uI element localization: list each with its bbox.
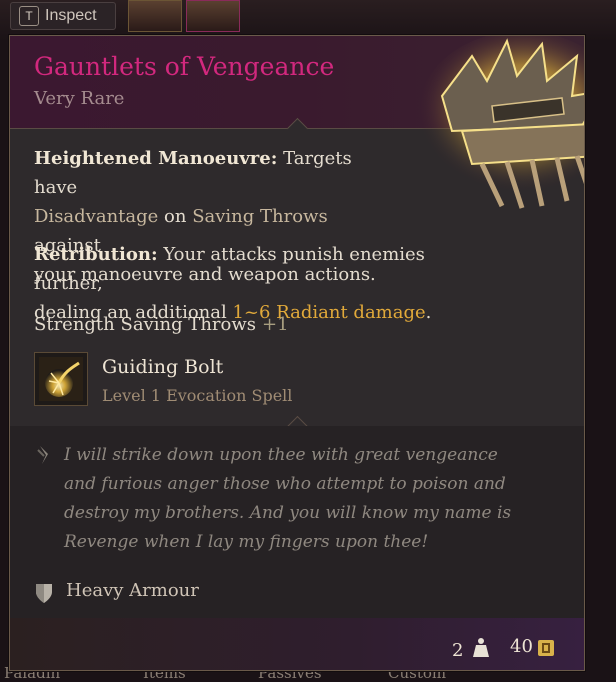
inventory-slot[interactable] <box>186 0 240 32</box>
inspect-button[interactable]: T Inspect <box>10 2 116 30</box>
stat-value: +1 <box>262 314 289 335</box>
gold-coin-icon <box>537 639 555 657</box>
spell-name[interactable]: Guiding Bolt <box>102 356 223 378</box>
weight-icon <box>472 636 490 658</box>
inspect-label: Inspect <box>45 7 97 24</box>
property-text: on <box>158 206 193 227</box>
inventory-slot[interactable] <box>128 0 182 32</box>
property-title: Retribution: <box>34 244 158 265</box>
item-name: Gauntlets of Vengeance <box>34 52 335 81</box>
gauntlet-image <box>412 36 584 211</box>
weight-value: 2 <box>452 640 464 661</box>
stat-label: Strength Saving Throws <box>34 314 256 335</box>
item-tooltip: Gauntlets of Vengeance Very Rare Heighte… <box>9 35 585 671</box>
property-title: Heightened Manoeuvre: <box>34 148 278 169</box>
spell-level: Level 1 Evocation Spell <box>102 386 293 405</box>
item-rarity: Very Rare <box>34 88 125 109</box>
keyword-saving-throws[interactable]: Saving Throws <box>192 206 328 227</box>
property-text: . <box>425 302 432 323</box>
stat-bonus: Strength Saving Throws +1 <box>34 314 289 335</box>
price-value: 40 <box>510 636 533 657</box>
tooltip-footer <box>10 618 584 670</box>
armour-type: Heavy Armour <box>66 580 199 601</box>
quote-icon <box>34 444 56 466</box>
guiding-bolt-icon[interactable] <box>34 352 88 406</box>
keybind-t-icon: T <box>19 6 39 26</box>
flavor-quote: I will strike down upon thee with great … <box>64 445 512 552</box>
keyword-disadvantage[interactable]: Disadvantage <box>34 206 158 227</box>
shield-icon <box>34 582 54 604</box>
